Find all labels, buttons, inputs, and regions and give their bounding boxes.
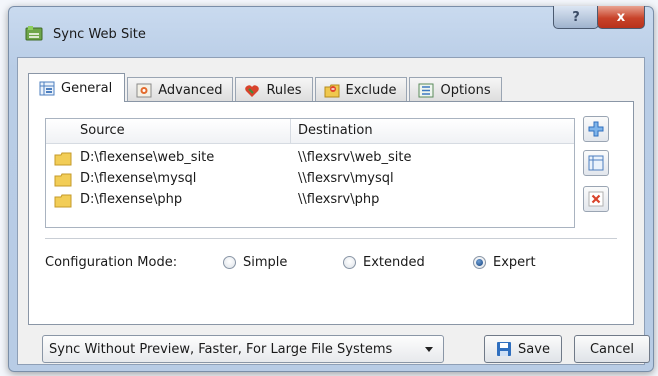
table-row[interactable]: D:\flexense\mysql \\flexsrv\mysql xyxy=(46,170,574,189)
general-panel: Source Destination D:\flexense\web_site … xyxy=(28,101,634,325)
radio-label: Simple xyxy=(243,255,288,270)
tab-label: Options xyxy=(440,82,491,98)
tab-strip: General Advanced Rules Exclude Options xyxy=(28,73,504,102)
folder-icon xyxy=(54,194,72,208)
table-row[interactable]: D:\flexense\php \\flexsrv\php xyxy=(46,191,574,210)
title-bar[interactable]: Sync Web Site ? x xyxy=(9,6,653,57)
destination-path: \\flexsrv\php xyxy=(298,192,380,207)
dialog-body: General Advanced Rules Exclude Options S… xyxy=(17,57,650,365)
delete-icon xyxy=(588,191,604,207)
radio-label: Extended xyxy=(363,255,425,270)
cancel-button[interactable]: Cancel xyxy=(574,335,650,363)
folder-icon xyxy=(54,173,72,187)
rules-icon xyxy=(245,84,260,97)
chevron-down-icon xyxy=(425,347,433,352)
source-path: D:\flexense\web_site xyxy=(80,150,215,165)
radio-circle xyxy=(223,256,236,269)
tab-label: General xyxy=(61,80,113,96)
configuration-mode-label: Configuration Mode: xyxy=(45,255,178,270)
radio-label: Expert xyxy=(493,255,536,270)
folder-icon xyxy=(54,152,72,166)
exclude-icon xyxy=(324,84,340,97)
radio-circle xyxy=(343,256,356,269)
radio-extended[interactable]: Extended xyxy=(343,255,425,270)
sync-mode-dropdown[interactable]: Sync Without Preview, Faster, For Large … xyxy=(42,335,444,363)
advanced-icon xyxy=(136,83,152,97)
tab-label: Advanced xyxy=(158,82,223,98)
tab-options[interactable]: Options xyxy=(409,77,502,102)
help-button[interactable]: ? xyxy=(553,6,599,29)
sync-mode-value: Sync Without Preview, Faster, For Large … xyxy=(49,341,393,357)
close-button[interactable]: x xyxy=(597,6,645,29)
sync-app-icon xyxy=(25,26,43,41)
source-path: D:\flexense\php xyxy=(80,192,183,207)
source-path: D:\flexense\mysql xyxy=(80,171,197,186)
tab-label: Exclude xyxy=(345,82,397,98)
save-icon xyxy=(497,342,512,356)
save-label: Save xyxy=(518,341,550,357)
dialog-window: Sync Web Site ? x General Advanced Rules… xyxy=(8,6,654,372)
edit-pair-button[interactable] xyxy=(583,150,609,176)
section-divider xyxy=(45,238,617,240)
tab-general[interactable]: General xyxy=(28,73,126,102)
column-separator xyxy=(290,119,291,143)
radio-simple[interactable]: Simple xyxy=(223,255,287,270)
destination-path: \\flexsrv\mysql xyxy=(298,171,394,186)
add-pair-button[interactable] xyxy=(583,116,609,142)
radio-expert[interactable]: Expert xyxy=(473,255,536,270)
table-row[interactable]: D:\flexense\web_site \\flexsrv\web_site xyxy=(46,149,574,168)
tab-label: Rules xyxy=(266,82,302,98)
tab-advanced[interactable]: Advanced xyxy=(127,77,234,102)
window-title: Sync Web Site xyxy=(53,27,146,42)
add-icon xyxy=(588,121,604,137)
folder-pairs-table[interactable]: Source Destination D:\flexense\web_site … xyxy=(45,118,575,228)
edit-icon xyxy=(588,155,604,171)
options-icon xyxy=(418,83,434,97)
general-icon xyxy=(39,81,55,95)
save-button[interactable]: Save xyxy=(484,335,562,363)
tab-exclude[interactable]: Exclude xyxy=(314,77,408,102)
table-header: Source Destination xyxy=(46,119,574,144)
delete-pair-button[interactable] xyxy=(583,186,609,212)
radio-circle-selected xyxy=(473,256,486,269)
column-source[interactable]: Source xyxy=(80,123,125,138)
cancel-label: Cancel xyxy=(589,341,635,357)
destination-path: \\flexsrv\web_site xyxy=(298,150,412,165)
tab-rules[interactable]: Rules xyxy=(235,77,313,102)
column-destination[interactable]: Destination xyxy=(298,123,373,138)
